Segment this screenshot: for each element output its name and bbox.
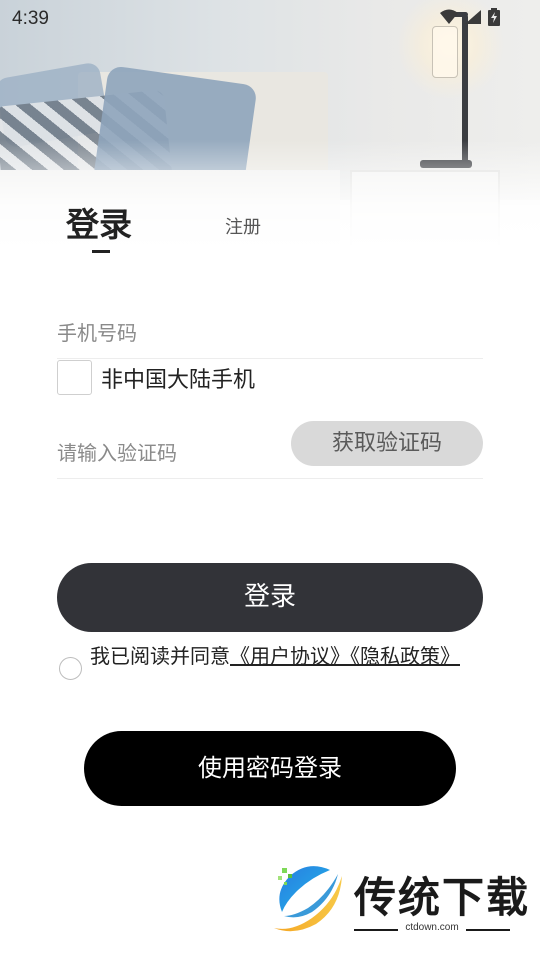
tab-register[interactable]: 注册 — [225, 213, 261, 239]
battery-charging-icon — [488, 8, 500, 26]
status-bar: 4:39 — [0, 0, 540, 36]
tab-active-indicator — [92, 250, 110, 253]
phone-number-input[interactable]: 手机号码 — [57, 317, 137, 346]
wifi-icon — [440, 9, 458, 25]
watermark-logo-icon — [274, 866, 342, 932]
phone-input-divider — [57, 358, 483, 359]
login-button[interactable]: 登录 — [57, 563, 483, 632]
password-login-button[interactable]: 使用密码登录 — [84, 731, 456, 806]
foreign-phone-label: 非中国大陆手机 — [101, 368, 256, 393]
get-code-button[interactable]: 获取验证码 — [291, 421, 483, 466]
watermark-title: 传统下载 — [354, 873, 531, 922]
agreement-text: 我已阅读并同意《用户协议》《隐私政策》 — [90, 645, 460, 667]
agreement-radio[interactable] — [59, 657, 82, 680]
signal-icon — [464, 9, 482, 25]
code-input-divider — [57, 478, 483, 479]
watermark-rule-right — [466, 929, 510, 931]
tab-login[interactable]: 登录 — [66, 198, 132, 246]
status-time: 4:39 — [12, 8, 49, 29]
verification-code-input[interactable]: 请输入验证码 — [57, 437, 177, 466]
agreement-link[interactable]: 《用户协议》《隐私政策》 — [230, 644, 460, 668]
watermark-rule-left — [354, 929, 398, 931]
watermark-url: ctdown.com — [405, 922, 459, 933]
foreign-phone-checkbox[interactable] — [57, 360, 92, 395]
agreement-prefix: 我已阅读并同意 — [90, 644, 230, 668]
